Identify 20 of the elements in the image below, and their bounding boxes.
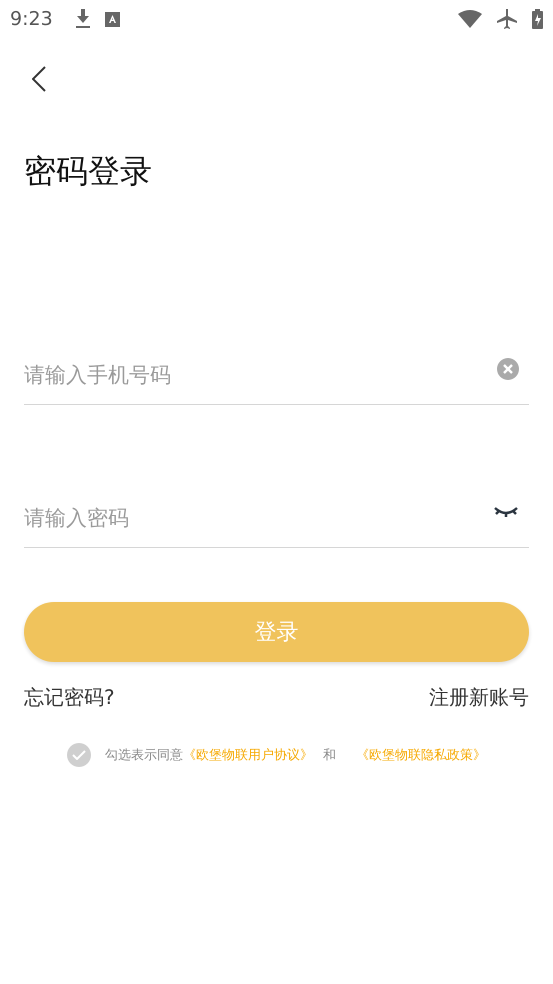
agreement-text: 勾选表示同意 — [105, 747, 183, 764]
download-icon — [74, 9, 91, 29]
login-button[interactable]: 登录 — [24, 602, 529, 662]
back-icon[interactable] — [32, 66, 46, 92]
status-time: 9:23 — [10, 8, 53, 30]
wifi-icon — [458, 10, 482, 28]
keyboard-app-icon — [104, 12, 120, 26]
page-title: 密码登录 — [24, 151, 153, 192]
conjunction-text: 和 — [323, 747, 336, 764]
user-agreement-link[interactable]: 《欧堡物联用户协议》 — [183, 746, 313, 764]
battery-icon — [532, 9, 543, 29]
check-icon — [72, 750, 86, 760]
privacy-policy-link[interactable]: 《欧堡物联隐私政策》 — [356, 746, 486, 764]
closed-eye-icon[interactable] — [493, 506, 519, 518]
agreement-checkbox[interactable] — [67, 743, 91, 767]
phone-field[interactable]: 请输入手机号码 — [24, 363, 497, 387]
forgot-password-link[interactable]: 忘记密码? — [24, 684, 115, 711]
register-link[interactable]: 注册新账号 — [429, 684, 529, 711]
airplane-icon — [496, 8, 518, 30]
password-field[interactable]: 请输入密码 — [24, 506, 493, 530]
